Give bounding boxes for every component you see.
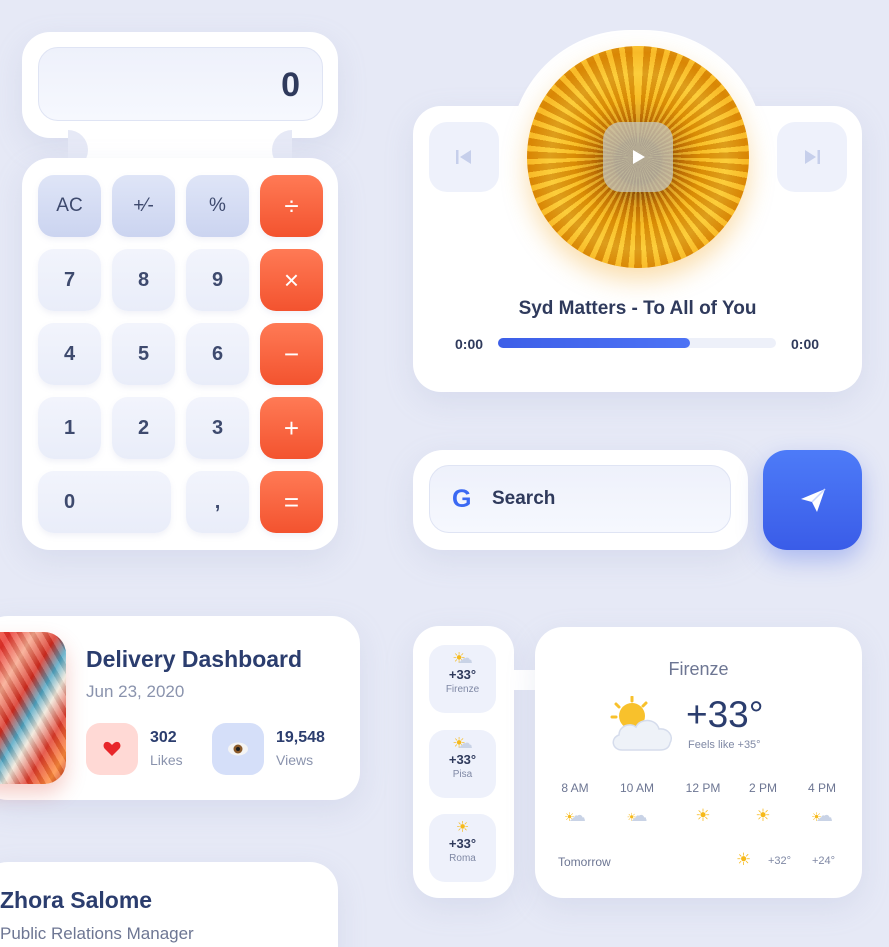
- play-button[interactable]: [603, 122, 673, 192]
- ac-button[interactable]: AC: [38, 175, 101, 237]
- calculator-display: 0: [38, 47, 323, 121]
- digit-4-button[interactable]: 4: [38, 323, 101, 385]
- multiply-button[interactable]: ×: [260, 249, 323, 311]
- views-label: Views: [276, 752, 314, 768]
- sun-icon: ☀: [736, 850, 752, 869]
- digit-7-button[interactable]: 7: [38, 249, 101, 311]
- city-tile-pisa[interactable]: ☀☁ +33° Pisa: [429, 730, 496, 798]
- google-logo-icon: G: [452, 484, 472, 513]
- hour-label: 10 AM: [619, 781, 655, 795]
- total-time: 0:00: [791, 336, 820, 352]
- previous-track-button[interactable]: [429, 122, 499, 192]
- skip-forward-icon: [805, 150, 820, 164]
- next-track-button[interactable]: [777, 122, 847, 192]
- heart-icon: [103, 741, 121, 756]
- search-placeholder: Search: [492, 488, 556, 509]
- skip-back-icon: [456, 150, 471, 164]
- artwork-thumbnail: [0, 632, 66, 784]
- tomorrow-label: Tomorrow: [558, 855, 611, 869]
- views-count: 19,548: [276, 729, 325, 746]
- city-temp: +33°: [448, 836, 477, 851]
- digit-1-button[interactable]: 1: [38, 397, 101, 459]
- city-name: Roma: [449, 853, 476, 864]
- likes-label: Likes: [150, 752, 183, 768]
- weather-city-name: Firenze: [668, 659, 729, 679]
- hour-label: 8 AM: [561, 781, 589, 795]
- hour-label: 4 PM: [807, 781, 836, 795]
- digit-8-button[interactable]: 8: [112, 249, 175, 311]
- city-temp: +33°: [448, 752, 477, 767]
- digit-3-button[interactable]: 3: [186, 397, 249, 459]
- search-input[interactable]: G Search: [429, 465, 731, 533]
- rain-cloud-icon: ☀☁: [811, 806, 833, 825]
- current-time: 0:00: [455, 336, 484, 352]
- sun-icon: ☀: [455, 819, 470, 836]
- city-tile-roma[interactable]: ☀ +33° Roma: [429, 814, 496, 882]
- digit-6-button[interactable]: 6: [186, 323, 249, 385]
- profile-name: Zhora Salome: [0, 887, 153, 913]
- eye-icon: [228, 742, 248, 756]
- current-temperature: +33°: [686, 694, 764, 735]
- views-button[interactable]: [212, 723, 264, 775]
- likes-count: 302: [150, 729, 177, 746]
- city-tile-firenze[interactable]: ☀☁ +33° Firenze: [429, 645, 496, 713]
- percent-button[interactable]: %: [186, 175, 249, 237]
- digit-5-button[interactable]: 5: [112, 323, 175, 385]
- digit-2-button[interactable]: 2: [112, 397, 175, 459]
- delivery-title: Delivery Dashboard: [86, 646, 303, 672]
- sun-icon: ☀: [755, 806, 771, 825]
- partly-cloudy-icon: ☀☁: [452, 735, 473, 752]
- tomorrow-high: +32°: [768, 855, 792, 867]
- equals-button[interactable]: =: [260, 471, 323, 533]
- sun-icon: ☀: [695, 806, 711, 825]
- progress-bar[interactable]: [498, 338, 776, 348]
- paper-plane-icon: [800, 488, 826, 512]
- profile-role: Public Relations Manager: [0, 924, 194, 943]
- minus-button[interactable]: −: [260, 323, 323, 385]
- partly-cloudy-icon: ☀☁: [452, 650, 473, 667]
- tomorrow-low: +24°: [812, 855, 836, 867]
- play-icon: [633, 150, 645, 164]
- digit-9-button[interactable]: 9: [186, 249, 249, 311]
- city-name: Firenze: [445, 684, 480, 695]
- city-name: Pisa: [452, 769, 473, 780]
- progress-fill: [498, 338, 690, 348]
- partly-cloudy-large-icon: [608, 695, 676, 759]
- song-title: Syd Matters - To All of You: [518, 298, 757, 319]
- send-button[interactable]: [763, 450, 862, 550]
- divide-button[interactable]: ÷: [260, 175, 323, 237]
- hour-label: 12 PM: [685, 781, 721, 795]
- rain-cloud-icon: ☀☁: [564, 806, 586, 825]
- likes-button[interactable]: [86, 723, 138, 775]
- hour-label: 2 PM: [748, 781, 777, 795]
- plus-button[interactable]: +: [260, 397, 323, 459]
- plus-minus-button[interactable]: +⁄-: [112, 175, 175, 237]
- comma-button[interactable]: ,: [186, 471, 249, 533]
- city-temp: +33°: [448, 667, 477, 682]
- cloud-icon: ☀☁: [626, 806, 648, 825]
- feels-like: Feels like +35°: [688, 739, 761, 751]
- digit-0-button[interactable]: 0: [38, 471, 171, 533]
- delivery-date: Jun 23, 2020: [86, 682, 185, 701]
